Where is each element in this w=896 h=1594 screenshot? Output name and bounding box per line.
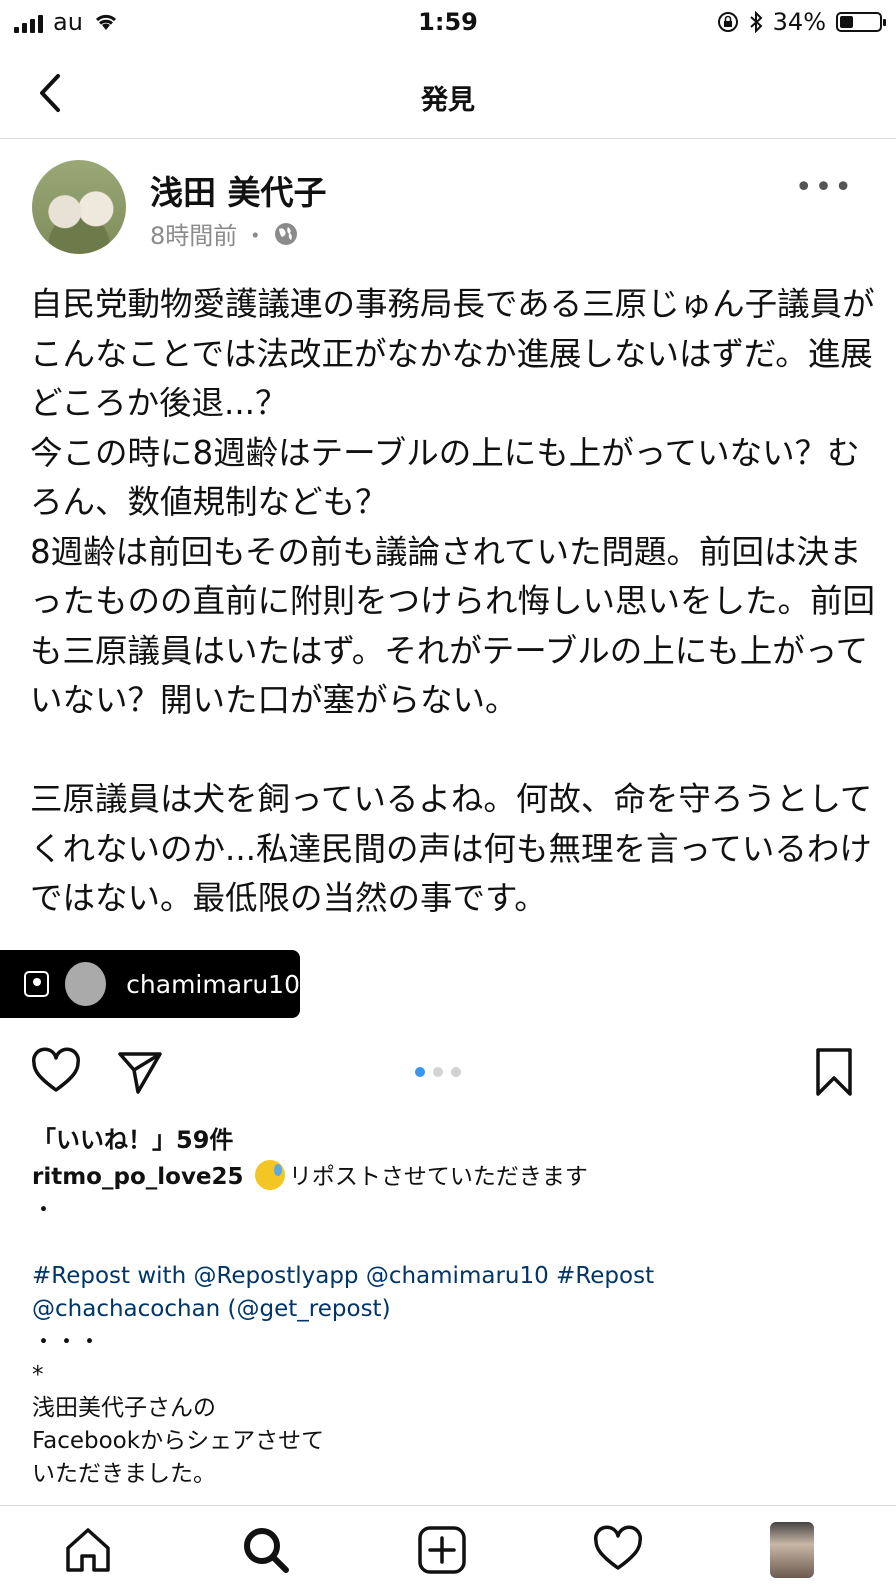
meta-separator: ・ [243,222,268,250]
bluetooth-icon [749,11,763,33]
caption-username[interactable]: ritmo_po_love25 [32,1164,244,1190]
share-paper-plane-icon[interactable] [112,1044,168,1100]
tagged-user-handle: chamimaru10 [126,969,300,999]
more-options-icon[interactable]: ••• [795,170,854,205]
home-icon[interactable] [60,1522,116,1578]
post-body-text: 自民党動物愛護議連の事務局長である三原じゅん子議員がこんなことでは法改正がなかな… [30,285,876,917]
carousel-dot [415,1067,425,1077]
time-ago: 8時間前 [150,222,238,250]
caption-body: 浅田美代子さんの Facebookからシェアさせて いただきました。 [32,1395,325,1487]
rotation-lock-icon [717,12,738,32]
battery-percent: 34% [772,8,826,36]
profile-avatar[interactable] [770,1522,814,1578]
tagged-user-avatar [64,962,107,1006]
author-avatar[interactable] [32,160,126,254]
post-actions [0,1040,896,1110]
author-name[interactable]: 浅田 美代子 [150,166,327,214]
search-icon[interactable] [238,1522,294,1578]
caption-hashtags[interactable]: #Repost with @Repostlyapp @chamimaru10 #… [32,1263,654,1322]
tag-person-icon [24,971,49,997]
heart-icon[interactable] [590,1522,646,1578]
save-bookmark-icon[interactable] [806,1044,862,1100]
tagged-user-overlay[interactable]: chamimaru10 [0,950,300,1018]
status-bar: au 1:59 34% [0,0,896,48]
carousel-dot [451,1067,461,1077]
likes-count[interactable]: 「いいね！」59件 [32,1120,233,1155]
post-header: 浅田 美代子 8時間前 ・ ••• [32,160,864,260]
caption-asterisk: * [32,1362,44,1388]
page-title: 発見 [421,85,475,116]
carousel-indicator [415,1067,461,1077]
globe-icon [275,222,298,245]
sweat-emoji-icon [254,1160,285,1190]
post-meta: 8時間前 ・ [150,216,299,251]
caption: ritmo_po_love25 リポストさせていただきます ・ #Repost … [32,1160,872,1491]
caption-dots: ・・・ [32,1329,101,1355]
like-heart-icon[interactable] [28,1044,84,1100]
battery-icon [836,12,886,32]
bottom-tab-bar [0,1505,896,1594]
carousel-dot [433,1067,443,1077]
add-icon[interactable] [414,1522,470,1578]
nav-bar: 発見 [0,48,896,139]
caption-text: リポストさせていただきます [288,1164,588,1190]
caption-dot: ・ [32,1197,55,1223]
